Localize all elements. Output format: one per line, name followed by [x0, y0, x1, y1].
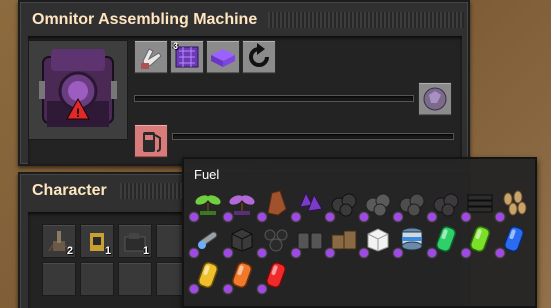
crushed-rock-icon	[394, 187, 428, 221]
tooltip-title: Fuel	[194, 167, 220, 182]
inventory-slot[interactable]: 1	[118, 224, 152, 258]
quality-badge	[496, 213, 504, 221]
character-title: Character	[32, 182, 107, 199]
inventory-slot[interactable]	[42, 262, 76, 296]
slot-count: 1	[142, 245, 149, 257]
quality-badge	[360, 249, 368, 257]
fuel-tooltip: Fuel	[182, 157, 537, 308]
coal-bricks-icon	[462, 187, 496, 221]
quality-badge	[258, 285, 266, 293]
slot-count: 2	[66, 245, 73, 257]
quality-badge	[224, 285, 232, 293]
ingredient-slot-1[interactable]	[134, 40, 168, 74]
quality-badge	[190, 285, 198, 293]
quality-badge	[462, 249, 470, 257]
inventory-slot[interactable]	[80, 262, 114, 296]
ingredient-count: 3	[173, 41, 179, 51]
character-drag-handle[interactable]	[120, 183, 190, 199]
quality-badge	[428, 213, 436, 221]
quality-badge	[394, 213, 402, 221]
quality-badge	[292, 249, 300, 257]
dark-rubble-icon	[428, 187, 462, 221]
omnite-ore-output-icon	[423, 87, 447, 111]
quality-badge	[326, 249, 334, 257]
quality-badge	[496, 249, 504, 257]
quality-badge	[326, 213, 334, 221]
fuel-slot[interactable]	[134, 124, 168, 158]
blue-fuel-cell-icon	[496, 223, 530, 257]
purple-sprout-icon	[224, 187, 258, 221]
purple-plate-icon	[211, 49, 235, 67]
quality-badge	[258, 249, 266, 257]
quality-badge	[394, 249, 402, 257]
coal-ore-icon	[326, 187, 360, 221]
recipe-cycle-icon	[249, 43, 269, 67]
wrench-tool-icon	[190, 223, 224, 257]
quality-badge	[462, 213, 470, 221]
gloved-hand-icon	[141, 48, 162, 69]
quality-badge	[224, 249, 232, 257]
crafting-progress-bar	[134, 95, 414, 102]
slot-count: 1	[104, 245, 111, 257]
inventory-slot[interactable]: 2	[42, 224, 76, 258]
quality-badge	[428, 249, 436, 257]
red-fuel-cell-icon	[258, 259, 292, 293]
lime-fuel-cell-icon	[462, 223, 496, 257]
ingredient-slot-4[interactable]	[242, 40, 276, 74]
omnite-crystal-icon	[292, 187, 326, 221]
quality-badge	[292, 213, 300, 221]
wooden-crates-icon	[326, 223, 360, 257]
panel-title: Omnitor Assembling Machine	[32, 11, 258, 28]
quality-badge	[190, 249, 198, 257]
inventory-slot[interactable]: 1	[80, 224, 114, 258]
quality-badge	[224, 213, 232, 221]
green-sprout-icon	[190, 187, 224, 221]
wood-pellets-icon	[496, 187, 530, 221]
yellow-fuel-cell-icon	[190, 259, 224, 293]
drag-handle[interactable]	[268, 12, 464, 28]
green-fuel-cell-icon	[428, 223, 462, 257]
barrel-stack-icon	[292, 223, 326, 257]
fuel-pump-icon	[143, 132, 161, 152]
blue-fuel-canister-icon	[394, 223, 428, 257]
orange-fuel-cell-icon	[224, 259, 258, 293]
quality-badge	[360, 213, 368, 221]
svg-text:!: !	[76, 106, 80, 120]
omnitor-machine-icon: !	[39, 49, 117, 127]
quality-badge	[258, 213, 266, 221]
coal-lumps-icon	[258, 223, 292, 257]
inventory-slot[interactable]	[118, 262, 152, 296]
fuel-progress-bar	[172, 133, 454, 140]
ingredient-slot-3[interactable]	[206, 40, 240, 74]
quality-badge	[190, 213, 198, 221]
wood-chunk-icon	[258, 187, 292, 221]
machine-preview[interactable]: !	[28, 40, 128, 140]
output-slot[interactable]	[418, 82, 452, 116]
carbon-block-icon	[224, 223, 258, 257]
ingredient-slot-2[interactable]: 3	[170, 40, 204, 74]
white-block-icon	[360, 223, 394, 257]
stone-rubble-icon	[360, 187, 394, 221]
